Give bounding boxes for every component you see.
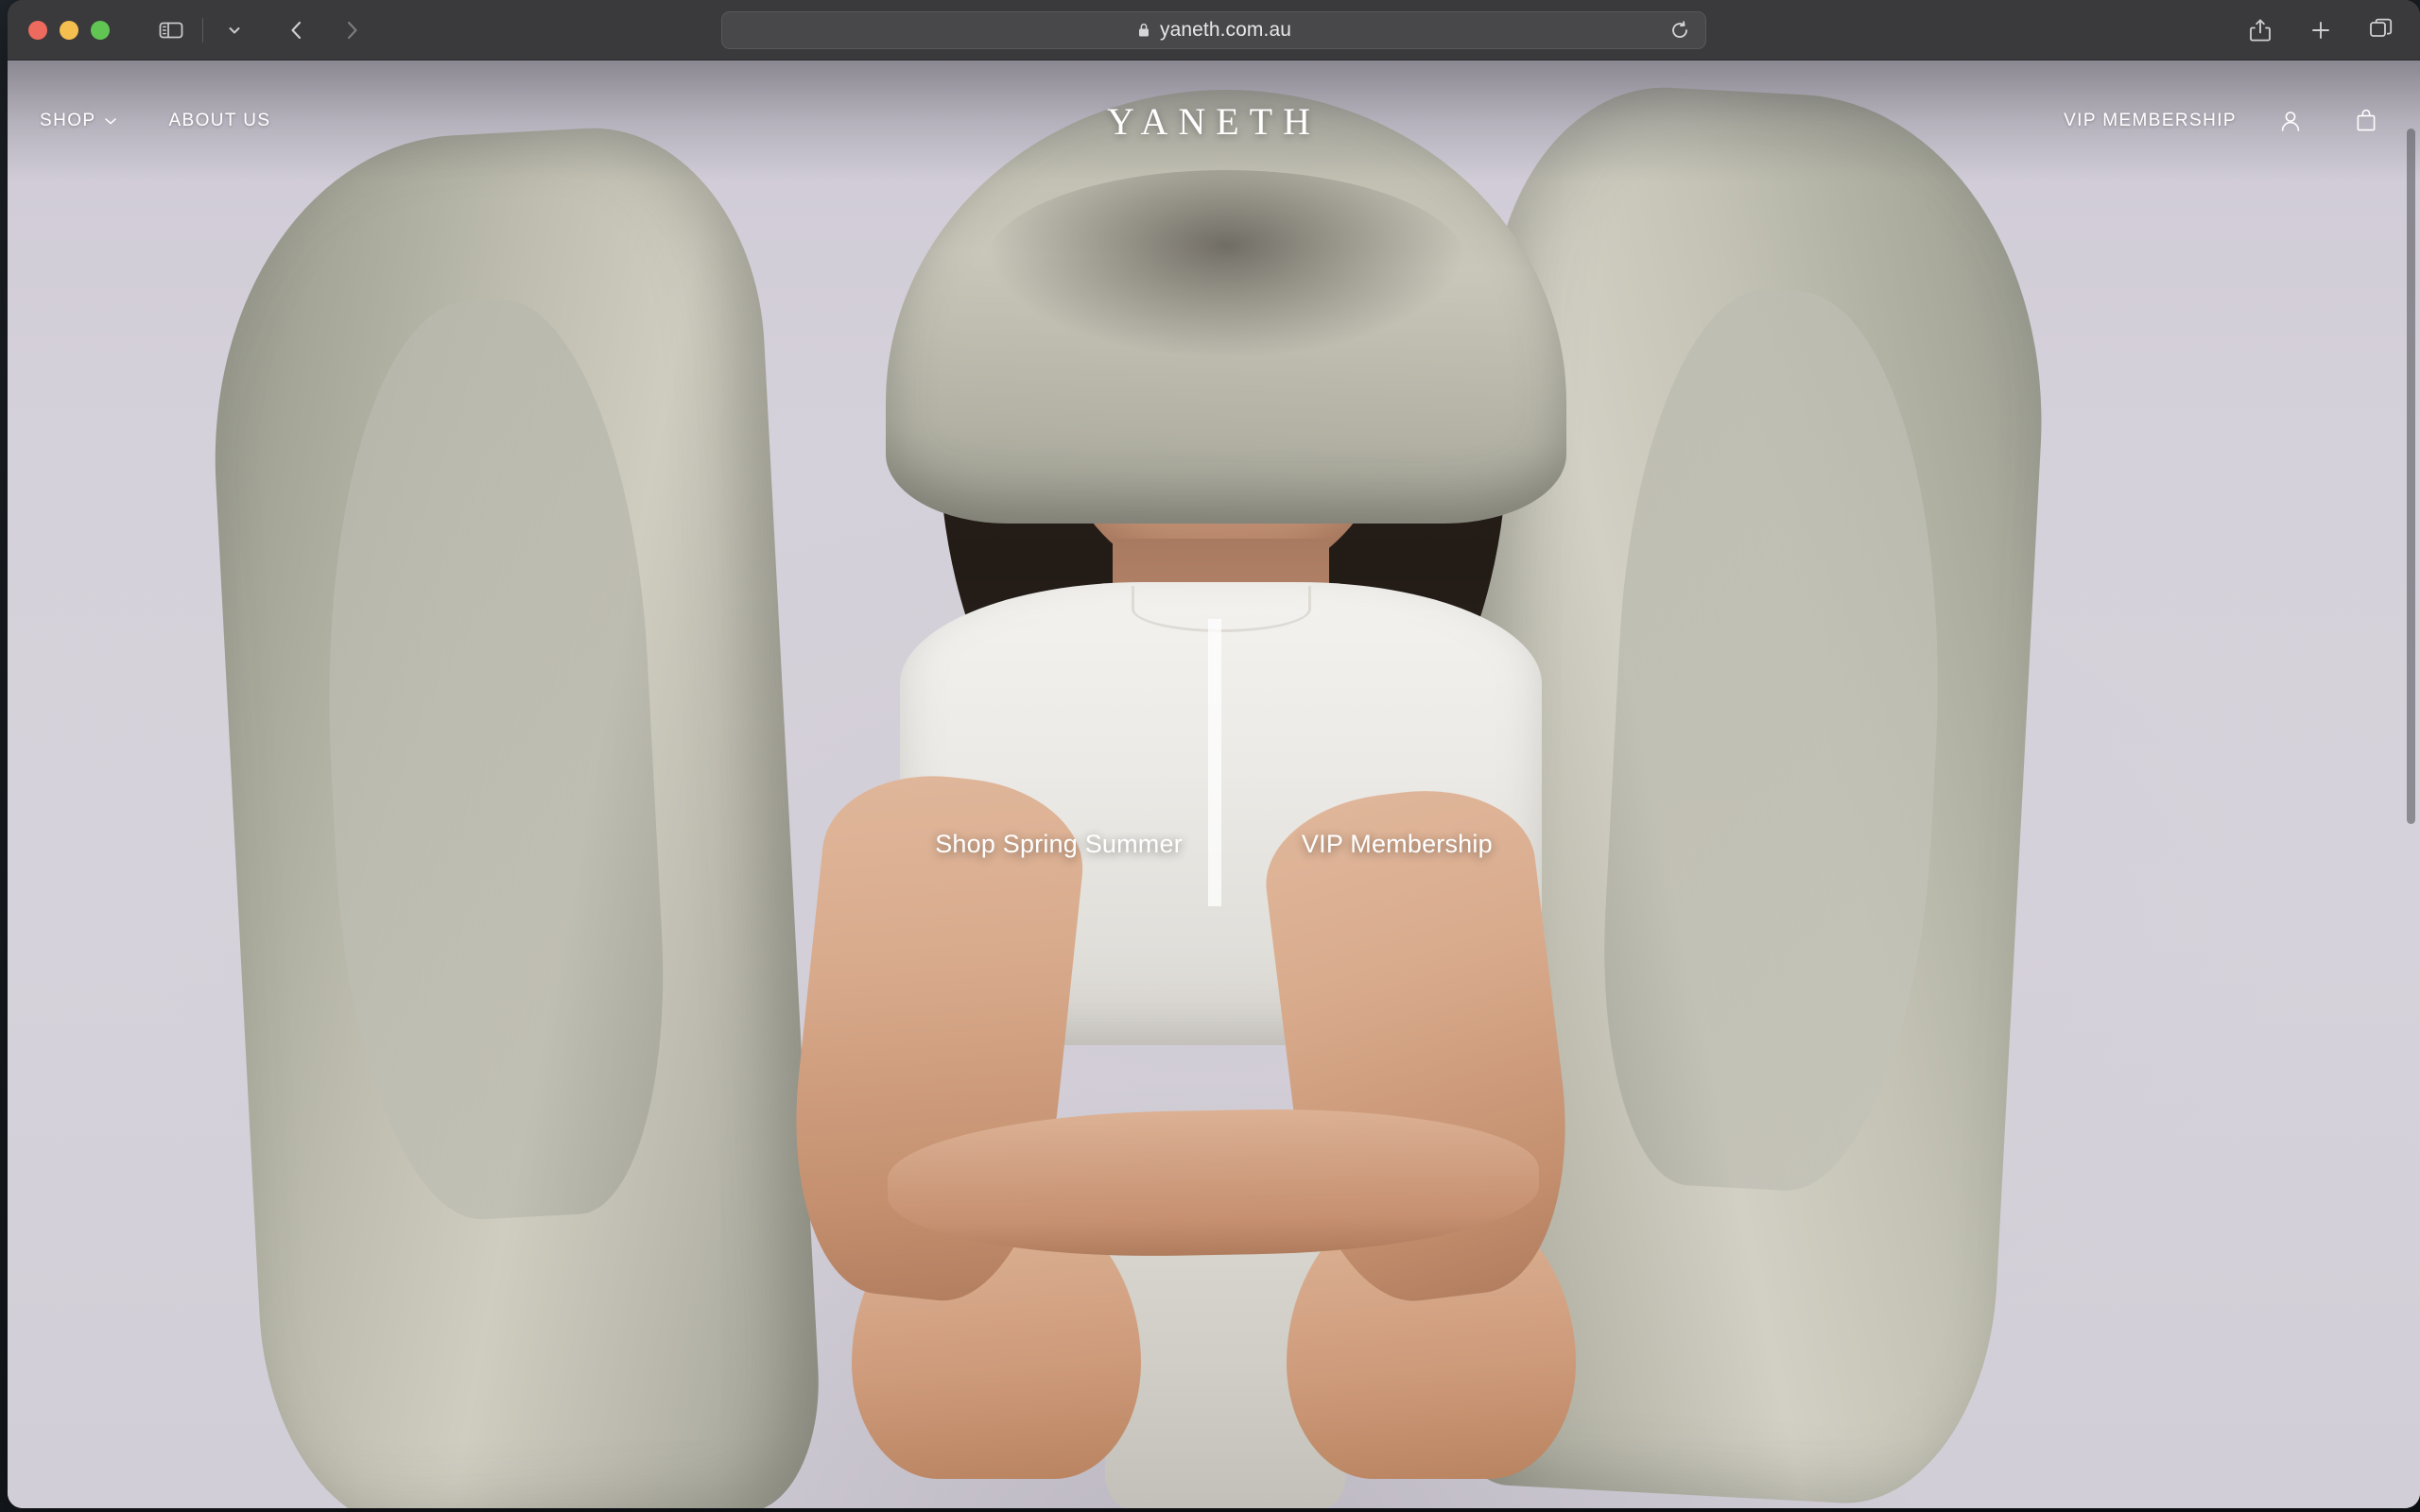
close-window-button[interactable] <box>28 20 47 40</box>
hood-inner-shadow <box>984 170 1467 359</box>
sidebar-toggle-button[interactable] <box>149 9 193 51</box>
scrollbar-thumb[interactable] <box>2407 129 2415 824</box>
hero-cta-group: Shop Spring Summer VIP Membership <box>8 830 2420 859</box>
address-bar-content: yaneth.com.au <box>1136 19 1291 42</box>
blazer-left-drape <box>198 119 825 1508</box>
share-icon <box>2250 19 2271 41</box>
browser-toolbar: yaneth.com.au <box>8 0 2420 60</box>
nav-item-vip-membership[interactable]: VIP MEMBERSHIP <box>2064 111 2237 131</box>
window-traffic-lights <box>8 20 110 40</box>
sidebar-options-button[interactable] <box>213 9 256 51</box>
nav-item-shop[interactable]: SHOP <box>40 111 117 131</box>
address-bar-url: yaneth.com.au <box>1159 18 1292 41</box>
lock-icon <box>1138 23 1149 36</box>
nav-item-vip-membership-label: VIP MEMBERSHIP <box>2064 111 2237 130</box>
tee-collar <box>1131 586 1311 633</box>
toolbar-right-actions <box>2238 9 2403 51</box>
model-photograph <box>8 60 2420 1508</box>
toolbar-divider <box>202 17 203 43</box>
page-scrollbar[interactable] <box>2405 123 2416 1503</box>
minimize-window-button[interactable] <box>60 20 78 40</box>
tee-placket <box>1208 618 1221 906</box>
brand-logo[interactable]: YANETH <box>1107 99 1321 144</box>
cta-shop-spring-summer[interactable]: Shop Spring Summer <box>935 830 1183 859</box>
plus-icon <box>2312 21 2329 39</box>
secondary-navigation: VIP MEMBERSHIP <box>2064 100 2388 142</box>
site-header: SHOP ABOUT US YANETH VIP MEMBERSHIP <box>8 60 2420 181</box>
chevron-left-icon <box>291 21 302 39</box>
nav-item-about-us[interactable]: ABOUT US <box>168 111 270 131</box>
user-account-icon <box>2281 112 2300 131</box>
primary-navigation: SHOP ABOUT US <box>40 111 270 131</box>
tab-overview-icon <box>2370 18 2393 37</box>
hero-image <box>8 60 2420 1508</box>
chevron-down-icon <box>229 26 240 33</box>
desktop-backdrop: yaneth.com.au SHOP ABOUT US YANETH VIP M… <box>0 0 2420 1512</box>
new-tab-button[interactable] <box>2299 9 2342 51</box>
chevron-down-icon <box>105 118 117 125</box>
tab-overview-button[interactable] <box>2360 9 2403 51</box>
address-bar[interactable]: yaneth.com.au <box>721 10 1706 49</box>
forward-button[interactable] <box>330 9 373 51</box>
nav-item-about-us-label: ABOUT US <box>168 111 271 130</box>
maximize-window-button[interactable] <box>91 20 110 40</box>
cart-button[interactable] <box>2344 100 2388 142</box>
cta-vip-membership[interactable]: VIP Membership <box>1302 830 1493 859</box>
reload-icon <box>1672 20 1687 38</box>
sidebar-icon <box>159 22 183 38</box>
share-button[interactable] <box>2238 9 2282 51</box>
account-button[interactable] <box>2269 100 2312 142</box>
sidebar-controls <box>149 9 256 51</box>
chevron-right-icon <box>347 21 357 39</box>
reload-button[interactable] <box>1666 16 1694 44</box>
shopping-bag-icon <box>2357 109 2376 131</box>
history-navigation <box>275 9 373 51</box>
page-viewport: SHOP ABOUT US YANETH VIP MEMBERSHIP Shop… <box>8 60 2420 1508</box>
browser-window: yaneth.com.au SHOP ABOUT US YANETH VIP M… <box>8 0 2420 1508</box>
back-button[interactable] <box>275 9 319 51</box>
nav-item-shop-label: SHOP <box>40 111 96 130</box>
